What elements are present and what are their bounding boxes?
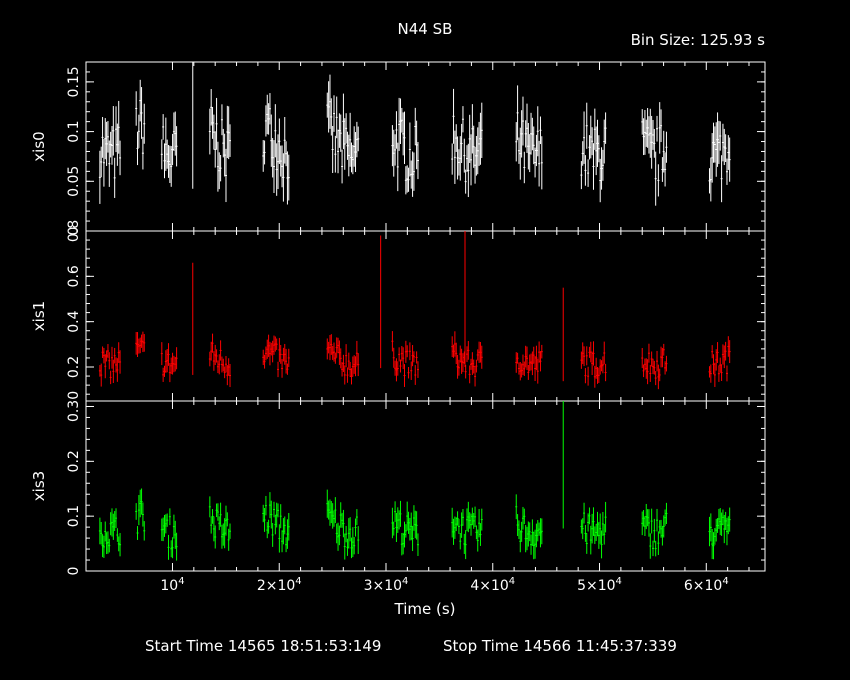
data-points bbox=[98, 401, 731, 561]
panel-xis0: 00.050.10.15xis0 bbox=[30, 61, 766, 235]
y-tick-label: 0.1 bbox=[66, 505, 82, 527]
panel-xis3: 0 0.1 0.2 0.30 xis3 bbox=[30, 391, 766, 576]
x-tick-label: 4×104 bbox=[470, 576, 515, 594]
y-tick-label: 0.6 bbox=[66, 265, 82, 287]
y-tick-label: 0.15 bbox=[66, 66, 82, 97]
x-tick-label: 3×104 bbox=[364, 576, 409, 594]
data-points bbox=[98, 62, 731, 206]
panel-xis1: 0.2 0.4 0.6 0.8 xis1 bbox=[30, 220, 766, 402]
x-axis-label: Time (s) bbox=[394, 600, 456, 618]
data-points bbox=[98, 231, 731, 390]
bin-size-label: Bin Size: 125.93 s bbox=[631, 31, 766, 49]
y-tick-label: 0.8 bbox=[66, 220, 82, 242]
y-axis-label: xis3 bbox=[30, 471, 48, 501]
y-axis-label: xis0 bbox=[30, 131, 48, 161]
x-tick-label: 5×104 bbox=[577, 576, 622, 594]
y-tick-label: 0.30 bbox=[66, 391, 82, 422]
y-tick-label: 0.2 bbox=[66, 356, 82, 378]
chart-title: N44 SB bbox=[398, 20, 453, 38]
stop-time-label: Stop Time 14566 11:45:37:339 bbox=[443, 637, 677, 655]
y-tick-label: 0.05 bbox=[66, 166, 82, 197]
y-tick-label: 0.2 bbox=[66, 450, 82, 472]
light-curve-plot: N44 SB Bin Size: 125.93 s Start Time 145… bbox=[30, 20, 766, 655]
x-tick-label: 104 bbox=[160, 576, 184, 594]
panel-frame bbox=[85, 400, 766, 572]
y-tick-label: 0.4 bbox=[66, 310, 82, 332]
start-time-label: Start Time 14565 18:51:53:149 bbox=[145, 637, 381, 655]
panels-group: 00.050.10.15xis00.20.40.60.8xis100.10.20… bbox=[30, 61, 766, 594]
panel-frame bbox=[85, 230, 766, 402]
x-tick-label: 2×104 bbox=[257, 576, 302, 594]
y-axis-label: xis1 bbox=[30, 301, 48, 331]
y-tick-label: 0.1 bbox=[66, 120, 82, 142]
panel-frame bbox=[85, 61, 766, 232]
y-tick-label: 0 bbox=[66, 567, 82, 576]
x-tick-label: 6×104 bbox=[684, 576, 729, 594]
